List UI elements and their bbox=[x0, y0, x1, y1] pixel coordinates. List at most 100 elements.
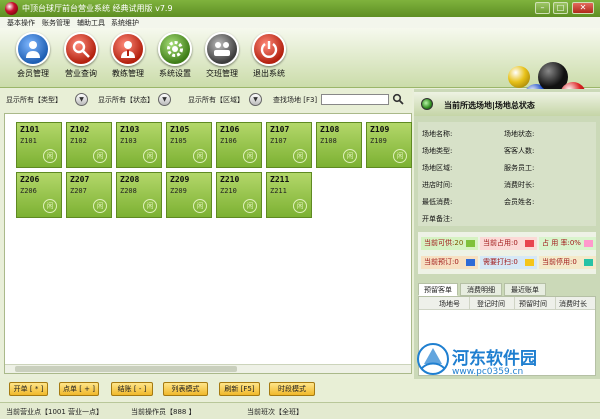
table-grid-panel: Z101 Z101 闲 Z102 Z102 闲 Z103 Z103 闲 Z105 Z105 闲 Z106… bbox=[4, 113, 412, 374]
chevron-down-icon[interactable]: ▼ bbox=[249, 93, 262, 106]
field-checkin-time: 进店时间: bbox=[422, 181, 453, 189]
type-filter-label[interactable]: 显示所有【类型】 bbox=[6, 95, 62, 105]
table-tile[interactable]: Z208 Z208 闲 bbox=[116, 172, 162, 218]
idle-status-icon: 闲 bbox=[243, 199, 257, 213]
legend-reserved: 当前预订:0 bbox=[421, 256, 478, 269]
horizontal-scrollbar[interactable] bbox=[5, 364, 411, 373]
table-tile-name: Z211 bbox=[270, 175, 290, 184]
field-duration: 消费时长: bbox=[504, 181, 535, 189]
table-tile-name: Z102 bbox=[70, 125, 90, 134]
status-side-panel: 当前所选场地|场地总状态 场地名称: 场地类型: 场地区域: 进店时间: 最低消… bbox=[414, 89, 600, 379]
window-title: 中顶台球厅前台营业系统 经典试用版 v7.9 bbox=[22, 4, 173, 13]
main-toolbar: 会员管理 营业查询 教练管理 系统设置 交班管理 退出系统 bbox=[0, 28, 600, 108]
idle-status-icon: 闲 bbox=[343, 149, 357, 163]
open-order-button[interactable]: 开单 [ * ] bbox=[9, 382, 48, 396]
idle-status-icon: 闲 bbox=[43, 199, 57, 213]
chevron-down-icon[interactable]: ▼ bbox=[75, 93, 88, 106]
table-tile-code: Z208 bbox=[120, 187, 137, 195]
table-tile[interactable]: Z107 Z107 闲 bbox=[266, 122, 312, 168]
watermark-brand: 河东软件园 bbox=[452, 349, 537, 369]
table-tile[interactable]: Z209 Z209 闲 bbox=[166, 172, 212, 218]
table-tile-name: Z105 bbox=[170, 125, 190, 134]
magnifier-icon[interactable] bbox=[392, 93, 404, 105]
table-tile[interactable]: Z109 Z109 闲 bbox=[366, 122, 412, 168]
tab-consumption-detail[interactable]: 消费明细 bbox=[460, 283, 502, 296]
status-legend: 当前可供:20 当前占用:0 占 用 率:0% 当前预订:0 需要打扫:0 当前… bbox=[418, 232, 596, 274]
member-management-button[interactable]: 会员管理 bbox=[9, 32, 57, 84]
list-mode-button[interactable]: 列表模式 bbox=[163, 382, 208, 396]
system-settings-button[interactable]: 系统设置 bbox=[151, 32, 199, 84]
search-icon bbox=[64, 32, 98, 66]
gear-icon bbox=[158, 32, 192, 66]
table-tile[interactable]: Z102 Z102 闲 bbox=[66, 122, 112, 168]
table-tile[interactable]: Z210 Z210 闲 bbox=[216, 172, 262, 218]
grid-header-row: 场地号 登记时间 预留时间 消费时长 bbox=[419, 297, 595, 310]
legend-occupied: 当前占用:0 bbox=[480, 237, 537, 250]
menu-maintenance[interactable]: 系统维护 bbox=[111, 18, 139, 28]
table-tile-code: Z207 bbox=[70, 187, 87, 195]
coach-icon bbox=[111, 32, 145, 66]
table-tile-name: Z210 bbox=[220, 175, 240, 184]
search-table-input[interactable] bbox=[321, 94, 389, 105]
status-filter-label[interactable]: 显示所有【状态】 bbox=[98, 95, 154, 105]
col-table-no: 场地号 bbox=[439, 300, 460, 308]
add-order-button[interactable]: 点单 [ + ] bbox=[59, 382, 99, 396]
idle-status-icon: 闲 bbox=[193, 149, 207, 163]
menu-basic[interactable]: 基本操作 bbox=[7, 18, 35, 28]
table-tile-code: Z209 bbox=[170, 187, 187, 195]
field-minimum-spend: 最低消费: bbox=[422, 198, 453, 206]
site-watermark: 河东软件园 www.pc0359.cn bbox=[412, 340, 600, 380]
coach-management-button[interactable]: 教练管理 bbox=[104, 32, 152, 84]
tab-recent-bills[interactable]: 最近账单 bbox=[504, 283, 546, 296]
legend-occupancy-rate: 占 用 率:0% bbox=[539, 237, 596, 250]
table-tile[interactable]: Z108 Z108 闲 bbox=[316, 122, 362, 168]
time-mode-button[interactable]: 时段模式 bbox=[269, 382, 315, 396]
minimize-button[interactable]: – bbox=[535, 2, 550, 14]
table-tile[interactable]: Z105 Z105 闲 bbox=[166, 122, 212, 168]
tab-reserved-orders[interactable]: 预留客单 bbox=[418, 283, 458, 296]
table-tile-name: Z106 bbox=[220, 125, 240, 134]
table-tile-name: Z108 bbox=[320, 125, 340, 134]
status-operator: 当前操作员【888 】 bbox=[131, 408, 196, 416]
menu-bar: 基本操作 账务管理 辅助工具 系统维护 bbox=[0, 17, 600, 28]
table-tile[interactable]: Z106 Z106 闲 bbox=[216, 122, 262, 168]
col-register-time: 登记时间 bbox=[477, 300, 505, 308]
search-table-label: 查找场地 [F3] bbox=[273, 96, 318, 104]
table-tile[interactable]: Z207 Z207 闲 bbox=[66, 172, 112, 218]
table-tile[interactable]: Z211 Z211 闲 bbox=[266, 172, 312, 218]
maximize-button[interactable]: □ bbox=[553, 2, 568, 14]
table-tile-code: Z105 bbox=[170, 137, 187, 145]
refresh-button[interactable]: 刷新 [F5] bbox=[219, 382, 260, 396]
idle-status-icon: 闲 bbox=[243, 149, 257, 163]
table-tile[interactable]: Z206 Z206 闲 bbox=[16, 172, 62, 218]
menu-tools[interactable]: 辅助工具 bbox=[77, 18, 105, 28]
business-query-label: 营业查询 bbox=[65, 69, 97, 78]
table-tile-code: Z107 bbox=[270, 137, 287, 145]
scrollbar-thumb[interactable] bbox=[15, 366, 237, 372]
table-tile-name: Z206 bbox=[20, 175, 40, 184]
status-bar: 当前营业点【1001 营业一点】 当前操作员【888 】 当前班次【全班】 bbox=[0, 402, 600, 419]
table-tile[interactable]: Z103 Z103 闲 bbox=[116, 122, 162, 168]
table-tile[interactable]: Z101 Z101 闲 bbox=[16, 122, 62, 168]
idle-status-icon: 闲 bbox=[193, 199, 207, 213]
field-member-name: 会员姓名: bbox=[504, 198, 535, 206]
close-button[interactable]: ✕ bbox=[572, 2, 594, 14]
business-query-button[interactable]: 营业查询 bbox=[57, 32, 105, 84]
idle-status-icon: 闲 bbox=[393, 149, 407, 163]
field-table-type: 场地类型: bbox=[422, 147, 453, 155]
menu-accounts[interactable]: 账务管理 bbox=[42, 18, 70, 28]
area-filter-label[interactable]: 显示所有【区域】 bbox=[188, 95, 244, 105]
field-service-staff: 服务员工: bbox=[504, 164, 535, 172]
table-tile-code: Z106 bbox=[220, 137, 237, 145]
table-tile-code: Z102 bbox=[70, 137, 87, 145]
idle-status-icon: 闲 bbox=[143, 199, 157, 213]
exit-system-button[interactable]: 退出系统 bbox=[245, 32, 293, 84]
title-bar: 中顶台球厅前台营业系统 经典试用版 v7.9 – □ ✕ bbox=[0, 0, 600, 17]
shift-management-button[interactable]: 交班管理 bbox=[198, 32, 246, 84]
checkout-button[interactable]: 结账 [ - ] bbox=[111, 382, 153, 396]
action-bar: 开单 [ * ] 点单 [ + ] 结账 [ - ] 列表模式 刷新 [F5] … bbox=[0, 378, 600, 400]
idle-status-icon: 闲 bbox=[93, 149, 107, 163]
legend-disabled: 当前停用:0 bbox=[539, 256, 596, 269]
chevron-down-icon[interactable]: ▼ bbox=[158, 93, 171, 106]
col-duration: 消费时长 bbox=[559, 300, 587, 308]
